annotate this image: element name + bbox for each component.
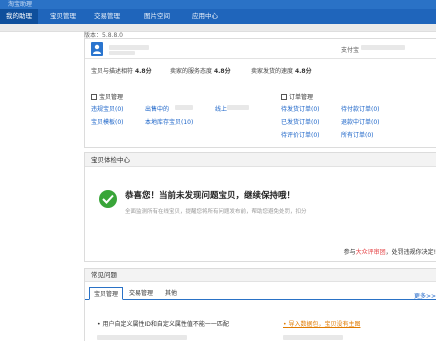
sub-toolbar	[0, 24, 436, 32]
link-to-review-orders[interactable]: 待评价订单(0)	[281, 130, 320, 139]
success-check-icon	[99, 190, 117, 208]
public-review-link[interactable]: 大众评审团	[356, 249, 386, 256]
goods-management-title: 宝贝管理	[91, 92, 123, 101]
faq-item-faded	[97, 335, 187, 340]
faq-item-faded	[283, 335, 343, 340]
top-bar: 淘宝助理	[0, 0, 436, 9]
rating-value: 4.8分	[213, 68, 231, 75]
tab-picture-space[interactable]: 图片空间	[138, 9, 176, 24]
faq-item[interactable]: • 用户自定义属性ID和自定义属性值不能一一匹配	[97, 319, 229, 328]
faq-tab-goods[interactable]: 宝贝管理	[89, 287, 124, 300]
faq-title: 常见问题	[85, 269, 436, 282]
faq-tab-trade[interactable]: 交易管理	[125, 287, 157, 300]
alipay-label: 支付宝	[341, 47, 360, 54]
shop-ratings: 宝贝与描述相符 4.8分 卖家的服务态度 4.8分 卖家发货的速度 4.8分	[85, 66, 436, 80]
profile-header: 支付宝	[85, 39, 436, 59]
link-shipped-orders[interactable]: 已发货订单(0)	[281, 117, 320, 126]
link-refund-orders[interactable]: 退款中订单(0)	[341, 117, 380, 126]
notice-prefix: 参与	[343, 249, 356, 256]
review-panel-notice: 参与大众评审团，处罚违规你决定!	[344, 247, 436, 256]
order-icon	[281, 94, 287, 100]
health-description: 全面监测所有在线宝贝，提醒您将所有问题发布前，帮助您避免处罚，扣分	[125, 209, 307, 215]
link-goods-template[interactable]: 宝贝模板(0)	[91, 117, 124, 126]
tab-goods-management[interactable]: 宝贝管理	[44, 9, 82, 24]
faq-tab-other[interactable]: 其他	[161, 287, 181, 300]
management-panel: 宝贝管理 违规宝贝(0) 出售中的 线上 宝贝模板(0) 本地库存宝贝(10) …	[84, 86, 436, 148]
app-logo-text: 淘宝助理	[8, 1, 33, 8]
user-icon	[93, 44, 101, 54]
rating-label: 卖家发货的速度	[251, 68, 294, 75]
rating-label: 卖家的服务态度	[170, 68, 213, 75]
online-count-redacted	[227, 105, 249, 110]
notice-suffix: ，处罚违规你决定!	[385, 249, 436, 256]
rating-value: 4.8分	[294, 68, 312, 75]
rating-shipping: 卖家发货的速度 4.8分	[251, 66, 312, 75]
faq-panel: 常见问题 宝贝管理 交易管理 其他 更多>> • 用户自定义属性ID和自定义属性…	[84, 268, 436, 341]
health-check-panel: 宝贝体检中心 恭喜您！当前未发现问题宝贝，继续保持哦！ 全面监测所有在线宝贝，提…	[84, 152, 436, 262]
on-sale-count-redacted	[175, 105, 193, 110]
goods-title-text: 宝贝管理	[99, 94, 124, 101]
username-redacted	[109, 45, 149, 50]
order-management-title: 订单管理	[281, 92, 313, 101]
link-all-orders[interactable]: 所有订单(0)	[341, 130, 374, 139]
rating-service: 卖家的服务态度 4.8分	[170, 66, 231, 75]
health-check-title: 宝贝体检中心	[85, 153, 436, 167]
link-local-stock-goods[interactable]: 本地库存宝贝(10)	[145, 117, 193, 126]
order-title-text: 订单管理	[289, 94, 314, 101]
rating-value: 4.8分	[134, 68, 152, 75]
link-on-sale-goods[interactable]: 出售中的	[145, 104, 169, 113]
alipay-account-redacted	[361, 45, 405, 50]
checkmark-icon	[102, 194, 114, 204]
rating-label: 宝贝与描述相符	[91, 68, 134, 75]
rating-description: 宝贝与描述相符 4.8分	[91, 66, 152, 75]
tab-my-assistant[interactable]: 我的助理	[0, 9, 38, 24]
avatar[interactable]	[91, 42, 103, 56]
tab-app-center[interactable]: 应用中心	[186, 9, 224, 24]
goods-icon	[91, 94, 97, 100]
main-nav: 我的助理 宝贝管理 交易管理 图片空间 应用中心	[0, 9, 436, 24]
faq-item-text: 用户自定义属性ID和自定义属性值不能一一匹配	[102, 321, 229, 328]
faq-tabs: 宝贝管理 交易管理 其他	[85, 287, 436, 300]
profile-panel: 支付宝 宝贝与描述相符 4.8分 卖家的服务态度 4.8分 卖家发货的速度 4.…	[84, 38, 436, 87]
shop-info-redacted	[109, 51, 135, 55]
left-blank-area	[0, 32, 80, 341]
health-congrats-text: 恭喜您！当前未发现问题宝贝，继续保持哦！	[125, 191, 296, 201]
faq-more-link[interactable]: 更多>>	[414, 291, 436, 300]
link-violation-goods[interactable]: 违规宝贝(0)	[91, 104, 124, 113]
link-online-goods[interactable]: 线上	[215, 104, 227, 113]
faq-item-link[interactable]: • 导入数据包，宝贝没有主图	[283, 319, 360, 328]
link-to-pay-orders[interactable]: 待付款订单(0)	[341, 104, 380, 113]
tab-trade-management[interactable]: 交易管理	[88, 9, 126, 24]
faq-item-link-text: 导入数据包，宝贝没有主图	[288, 321, 361, 328]
link-to-ship-orders[interactable]: 待发货订单(0)	[281, 104, 320, 113]
